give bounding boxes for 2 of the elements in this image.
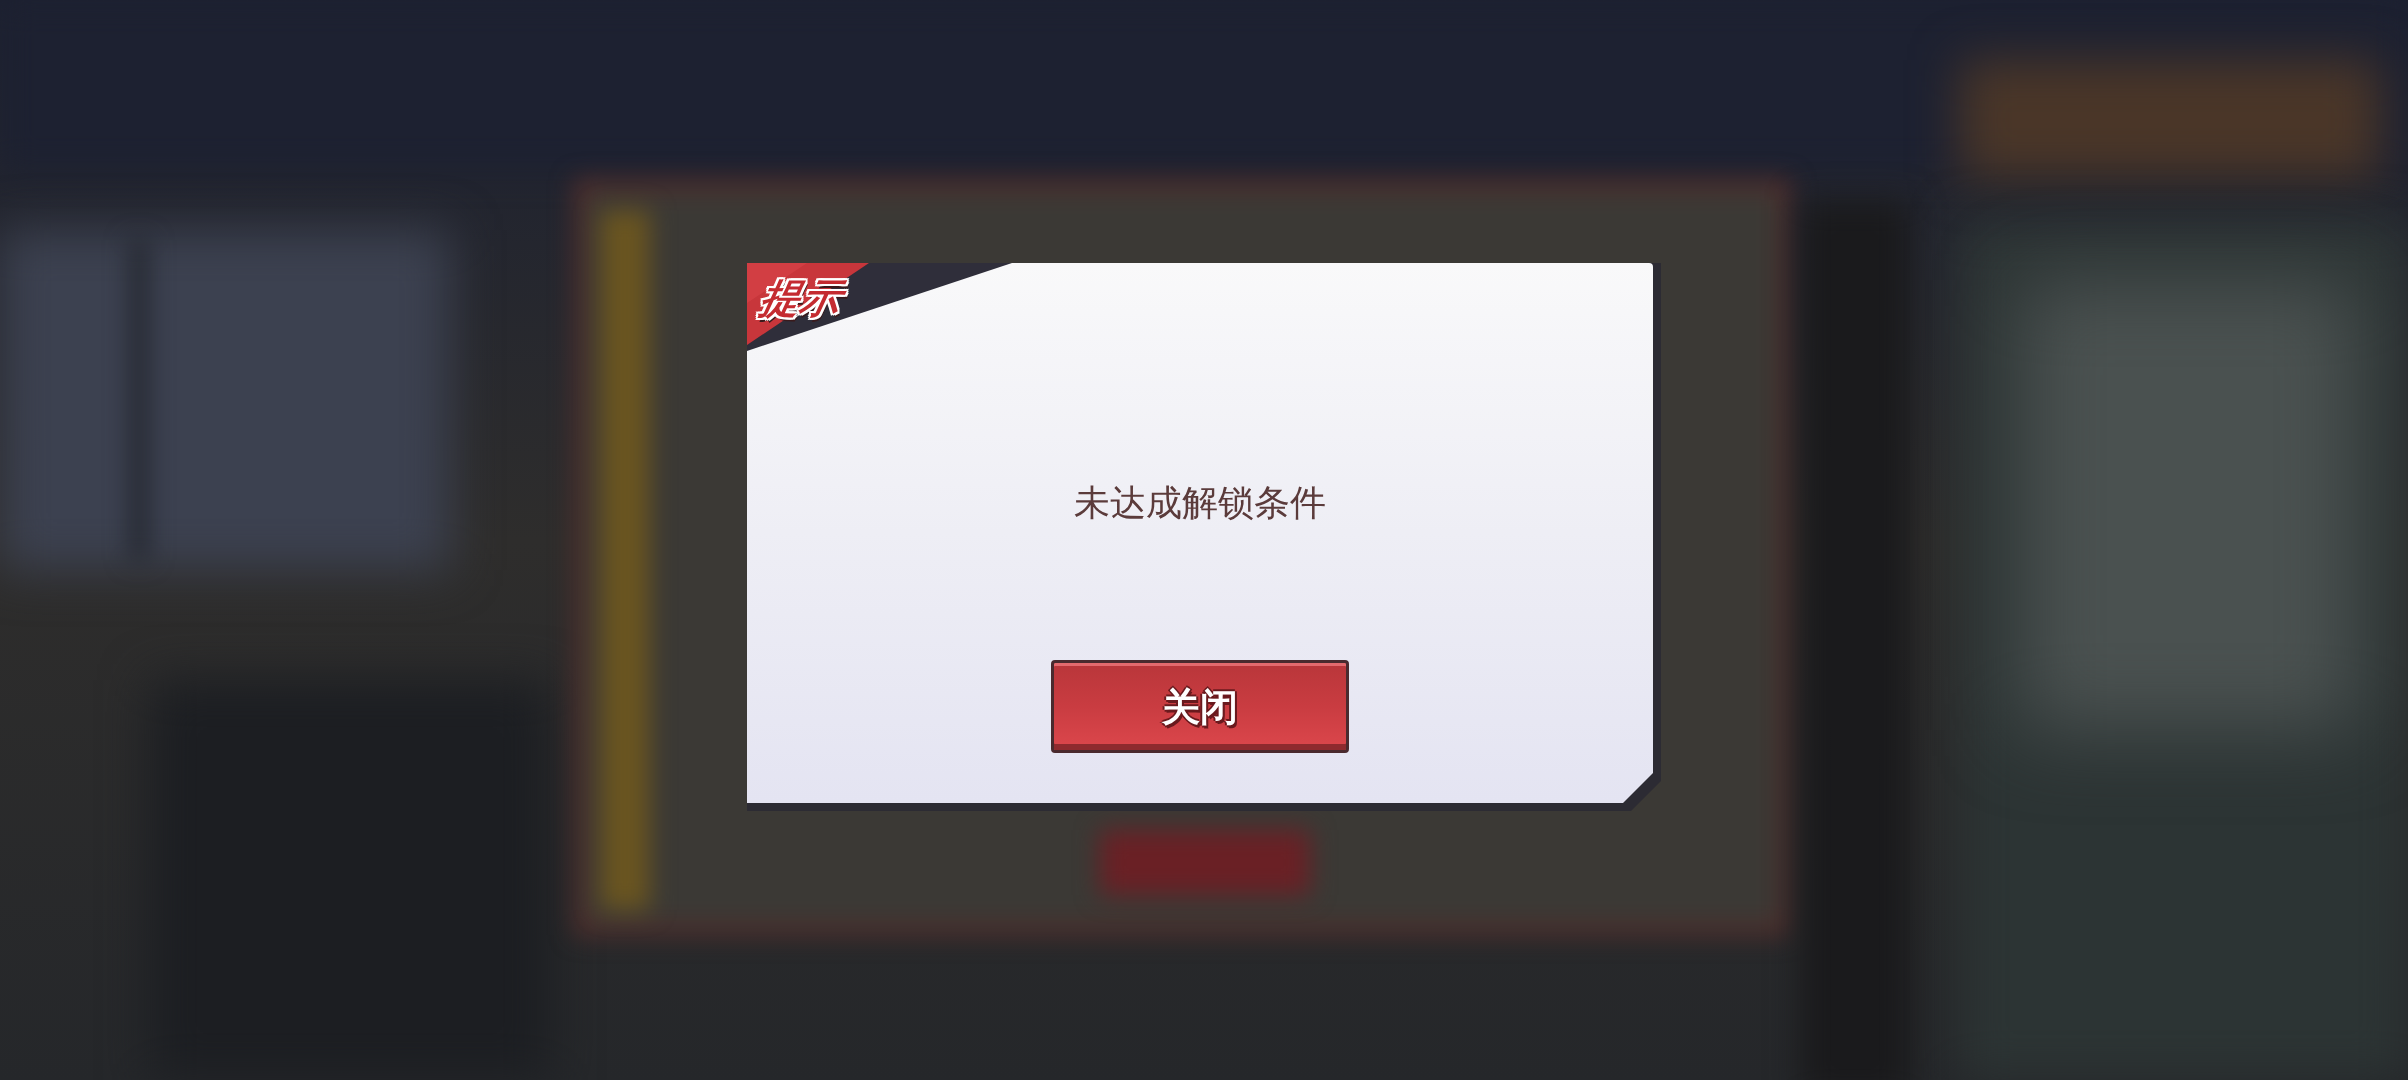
dialog-message: 未达成解锁条件 [1074, 481, 1326, 525]
close-button[interactable]: 关闭 [1051, 660, 1349, 753]
